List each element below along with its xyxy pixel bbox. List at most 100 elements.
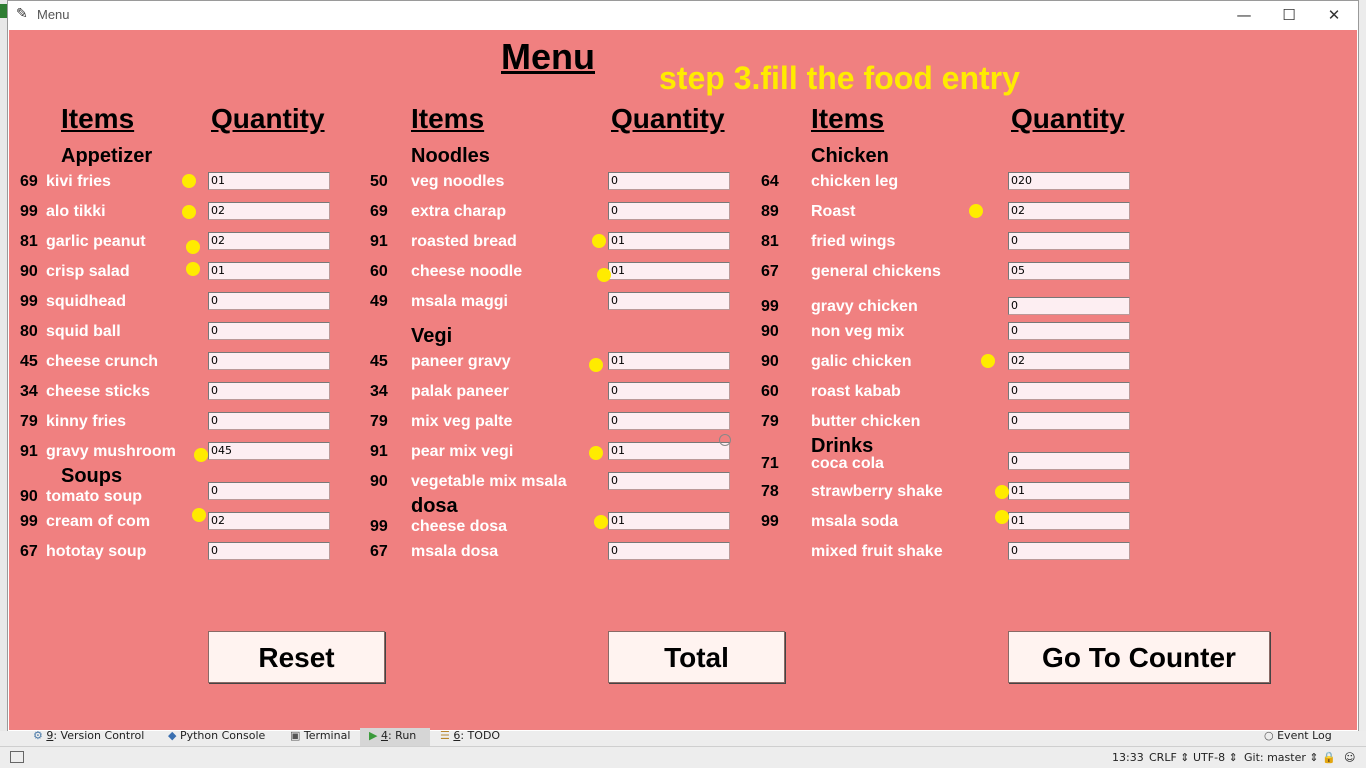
item-price: 81	[761, 233, 779, 250]
status-encoding[interactable]: UTF-8 ⇕	[1193, 751, 1238, 764]
todo-icon: ☰	[440, 729, 454, 742]
total-button[interactable]: Total	[608, 631, 785, 683]
maximize-button[interactable]: ☐	[1266, 0, 1312, 30]
item-name: paneer gravy	[411, 353, 511, 370]
quantity-input[interactable]: 0	[608, 542, 730, 560]
item-price: 99	[20, 203, 38, 220]
status-git-branch[interactable]: Git: master ⇕	[1244, 751, 1319, 764]
section-vegi: Vegi	[411, 325, 453, 347]
selection-dot-icon	[969, 204, 983, 218]
section-noodles: Noodles	[411, 145, 490, 167]
reset-button[interactable]: Reset	[208, 631, 385, 683]
item-price: 50	[370, 173, 388, 190]
selection-dot-icon	[597, 268, 611, 282]
lock-icon[interactable]: 🔒	[1322, 751, 1336, 764]
quantity-input[interactable]: 0	[608, 172, 730, 190]
quantity-input[interactable]: 0	[1008, 297, 1130, 315]
item-name: cream of com	[46, 513, 151, 530]
selection-dot-icon	[192, 508, 206, 522]
item-price: 79	[761, 413, 779, 430]
status-line-separator[interactable]: CRLF ⇕	[1149, 751, 1190, 764]
item-price: 81	[20, 233, 38, 250]
go-to-counter-button[interactable]: Go To Counter	[1008, 631, 1270, 683]
quantity-input[interactable]: 0	[208, 412, 330, 430]
quantity-input[interactable]: 02	[1008, 202, 1130, 220]
quantity-input[interactable]: 01	[1008, 512, 1130, 530]
item-name: general chickens	[811, 263, 941, 280]
status-time[interactable]: 13:33	[1112, 751, 1144, 764]
quantity-input[interactable]: 0	[1008, 412, 1130, 430]
run-icon: ▶	[369, 729, 381, 742]
quantity-input[interactable]: 0	[208, 542, 330, 560]
item-price: 90	[20, 488, 38, 505]
item-price: 91	[20, 443, 38, 460]
tool-run[interactable]: ▶ 4: Run	[369, 729, 416, 742]
tool-todo[interactable]: ☰ 6: TODO	[440, 729, 500, 742]
quantity-input[interactable]: 02	[208, 202, 330, 220]
inspector-icon[interactable]: ☺	[1344, 751, 1355, 764]
item-name: kinny fries	[46, 413, 127, 430]
quantity-input[interactable]: 01	[1008, 482, 1130, 500]
item-name: crisp salad	[46, 263, 130, 280]
item-price: 99	[761, 298, 779, 315]
quantity-input[interactable]: 0	[608, 202, 730, 220]
item-name: palak paneer	[411, 383, 509, 400]
quantity-input[interactable]: 0	[208, 382, 330, 400]
selection-dot-icon	[995, 485, 1009, 499]
quantity-input[interactable]: 020	[1008, 172, 1130, 190]
item-name: veg noodles	[411, 173, 505, 190]
item-price: 99	[370, 518, 388, 535]
quantity-input[interactable]: 0	[208, 292, 330, 310]
quantity-input[interactable]: 01	[208, 262, 330, 280]
quantity-input[interactable]: 0	[608, 292, 730, 310]
quantity-input[interactable]: 0	[1008, 382, 1130, 400]
quantity-input[interactable]: 02	[1008, 352, 1130, 370]
item-price: 89	[761, 203, 779, 220]
quantity-input[interactable]: 045	[208, 442, 330, 460]
quantity-input[interactable]: 0	[608, 382, 730, 400]
item-price: 91	[370, 233, 388, 250]
items-header-3: Items	[811, 103, 885, 134]
item-price: 64	[761, 173, 779, 190]
tool-version-control[interactable]: ⚙ 9: Version Control	[33, 729, 144, 742]
quantity-input[interactable]: 05	[1008, 262, 1130, 280]
selection-dot-icon	[186, 240, 200, 254]
item-price: 80	[20, 323, 38, 340]
quantity-input[interactable]: 02	[208, 232, 330, 250]
tool-event-log[interactable]: ○ Event Log	[1264, 729, 1332, 742]
section-soups: Soups	[61, 465, 123, 487]
item-price: 78	[761, 483, 779, 500]
quantity-input[interactable]: 02	[208, 512, 330, 530]
quantity-input[interactable]: 0	[208, 322, 330, 340]
item-name: galic chicken	[811, 353, 912, 370]
item-price: 90	[370, 473, 388, 490]
close-button[interactable]: ✕	[1311, 0, 1357, 30]
quantity-input[interactable]: 0	[1008, 452, 1130, 470]
quantity-input[interactable]: 01	[608, 512, 730, 530]
tool-terminal[interactable]: ▣ Terminal	[290, 729, 350, 742]
selection-dot-icon	[592, 234, 606, 248]
item-name: fried wings	[811, 233, 896, 250]
python-icon: ◆	[168, 729, 180, 742]
quantity-input[interactable]: 01	[208, 172, 330, 190]
tool-python-console[interactable]: ◆ Python Console	[168, 729, 265, 742]
quantity-input[interactable]: 0	[1008, 232, 1130, 250]
quantity-input[interactable]: 0	[208, 482, 330, 500]
minimize-button[interactable]: —	[1221, 0, 1267, 30]
item-price: 99	[20, 513, 38, 530]
tool-window-toggle-icon[interactable]	[10, 751, 24, 763]
quantity-input[interactable]: 0	[608, 412, 730, 430]
quantity-input[interactable]: 0	[1008, 322, 1130, 340]
mouse-cursor	[719, 434, 731, 446]
selection-dot-icon	[594, 515, 608, 529]
item-name: roast kabab	[811, 383, 901, 400]
quantity-input[interactable]: 01	[608, 262, 730, 280]
terminal-icon: ▣	[290, 729, 304, 742]
item-name: garlic peanut	[46, 233, 146, 250]
quantity-input[interactable]: 01	[608, 232, 730, 250]
quantity-input[interactable]: 0	[208, 352, 330, 370]
quantity-input[interactable]: 0	[608, 472, 730, 490]
quantity-input[interactable]: 01	[608, 442, 730, 460]
quantity-input[interactable]: 01	[608, 352, 730, 370]
quantity-input[interactable]: 0	[1008, 542, 1130, 560]
